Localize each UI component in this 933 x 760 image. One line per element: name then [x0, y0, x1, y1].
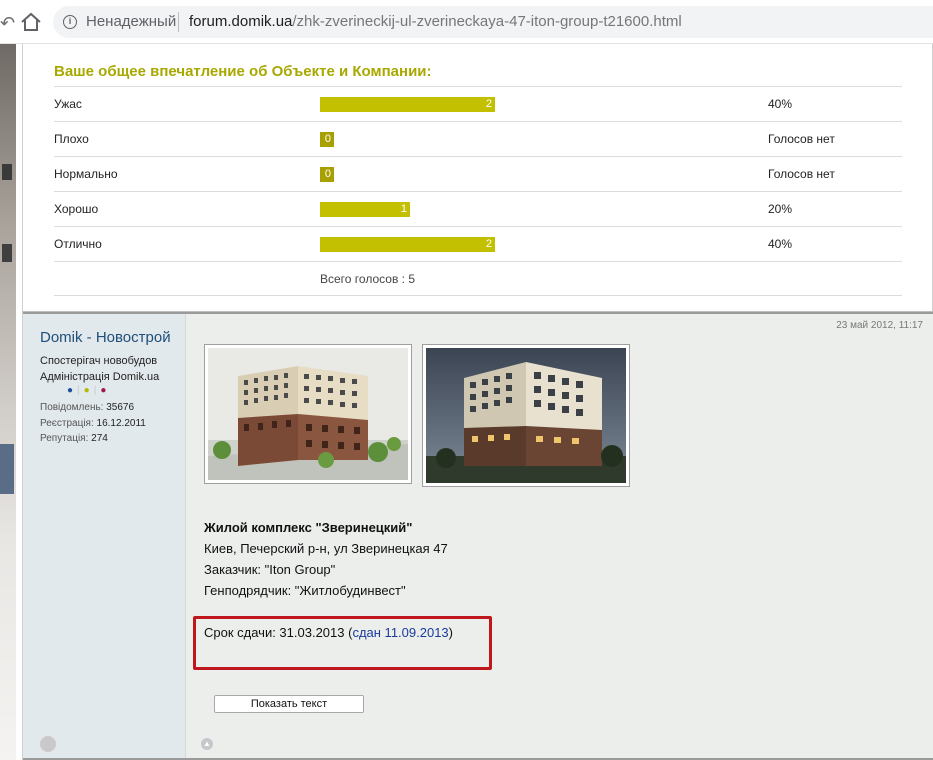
address-separator [178, 12, 179, 32]
background-window [2, 244, 12, 262]
building-model-thumbnail[interactable] [204, 344, 412, 484]
poll-bar: 2 [320, 97, 495, 112]
home-icon[interactable] [20, 12, 42, 32]
poll-option-label: Нормально [54, 167, 118, 181]
poll-option-label: Плохо [54, 132, 89, 146]
poll-total: Всего голосов : 5 [320, 272, 415, 286]
stat-value: 16.12.2011 [96, 418, 146, 429]
post-content: 23 май 2012, 11:17 Жилой комплекс "Звери… [187, 314, 933, 758]
rank-dots-icon: ●|●|● [67, 385, 111, 396]
stat-value: 274 [91, 433, 108, 444]
complex-contractor: Генподрядчик: "Житлобудинвест" [204, 583, 406, 598]
security-label[interactable]: Ненадежный [86, 13, 176, 30]
poll-percent: Голосов нет [768, 132, 835, 146]
forum-post: Domik - Новострой Спостерігач новобудов … [22, 312, 933, 760]
author-registered: Реєстрація: 16.12.2011 [40, 418, 146, 429]
info-icon[interactable]: i [63, 15, 77, 29]
browser-toolbar: ↶ i Ненадежный forum.domik.ua/zhk-zverin… [0, 0, 933, 44]
poll-option-label: Ужас [54, 97, 82, 111]
building-render-thumbnail[interactable] [422, 344, 630, 487]
poll-option-label: Отлично [54, 237, 102, 251]
poll-option: Плохо 0 Голосов нет [54, 121, 902, 156]
author-posts: Повідомлень: 35676 [40, 402, 134, 413]
background-window [2, 164, 12, 180]
poll-panel: Ваше общее впечатление об Объекте и Комп… [22, 44, 933, 312]
complex-customer: Заказчик: "Iton Group" [204, 562, 336, 577]
deadline-line: Срок сдачи: 31.03.2013 (сдан 11.09.2013) [204, 625, 453, 640]
poll-percent: 40% [768, 237, 793, 251]
url-host: forum.domik.ua [189, 13, 293, 30]
stat-label: Реєстрація: [40, 418, 94, 429]
online-status-icon [40, 736, 56, 752]
complex-address: Киев, Печерский р-н, ул Зверинецкая 47 [204, 541, 448, 556]
author-group: Адміністрація Domik.ua [40, 371, 160, 383]
scroll-top-icon[interactable]: ▲ [201, 738, 213, 750]
author-rank: Спостерігач новобудов [40, 355, 158, 367]
deadline-prefix: Срок сдачи: 31.03.2013 ( [204, 625, 353, 640]
post-date: 23 май 2012, 11:17 [836, 320, 923, 331]
poll-bar: 0 [320, 167, 334, 182]
poll-percent: 40% [768, 97, 793, 111]
poll-title: Ваше общее впечатление об Объекте и Комп… [54, 63, 432, 80]
author-name[interactable]: Domik - Новострой [40, 329, 171, 346]
page-background-image [0, 44, 16, 760]
url-path: /zhk-zverineckij-ul-zverineckaya-47-iton… [292, 13, 682, 30]
poll-bar: 1 [320, 202, 410, 217]
back-arrow-icon[interactable]: ↶ [0, 13, 15, 34]
stat-label: Репутація: [40, 433, 89, 444]
poll-total-row: Всего голосов : 5 [54, 261, 902, 296]
poll-percent: Голосов нет [768, 167, 835, 181]
poll-option: Нормально 0 Голосов нет [54, 156, 902, 191]
poll-bar: 0 [320, 132, 334, 147]
url-text[interactable]: forum.domik.ua/zhk-zverineckij-ul-zverin… [189, 13, 682, 30]
poll-option: Отлично 2 40% [54, 226, 902, 261]
show-text-button[interactable]: Показать текст [214, 695, 364, 713]
stat-label: Повідомлень: [40, 402, 104, 413]
stat-value: 35676 [106, 402, 135, 413]
poll-option: Ужас 2 40% [54, 86, 902, 121]
complex-title: Жилой комплекс "Зверинецкий" [204, 520, 413, 535]
deadline-link[interactable]: сдан 11.09.2013 [352, 625, 448, 640]
author-reputation: Репутація: 274 [40, 433, 108, 444]
building-render-image [426, 348, 626, 483]
deadline-suffix: ) [448, 625, 454, 640]
background-window [0, 444, 14, 494]
poll-option-label: Хорошо [54, 202, 99, 216]
building-model-image [208, 348, 408, 480]
poll-option: Хорошо 1 20% [54, 191, 902, 226]
poll-percent: 20% [768, 202, 793, 216]
author-profile: Domik - Новострой Спостерігач новобудов … [23, 314, 186, 758]
poll-bar: 2 [320, 237, 495, 252]
